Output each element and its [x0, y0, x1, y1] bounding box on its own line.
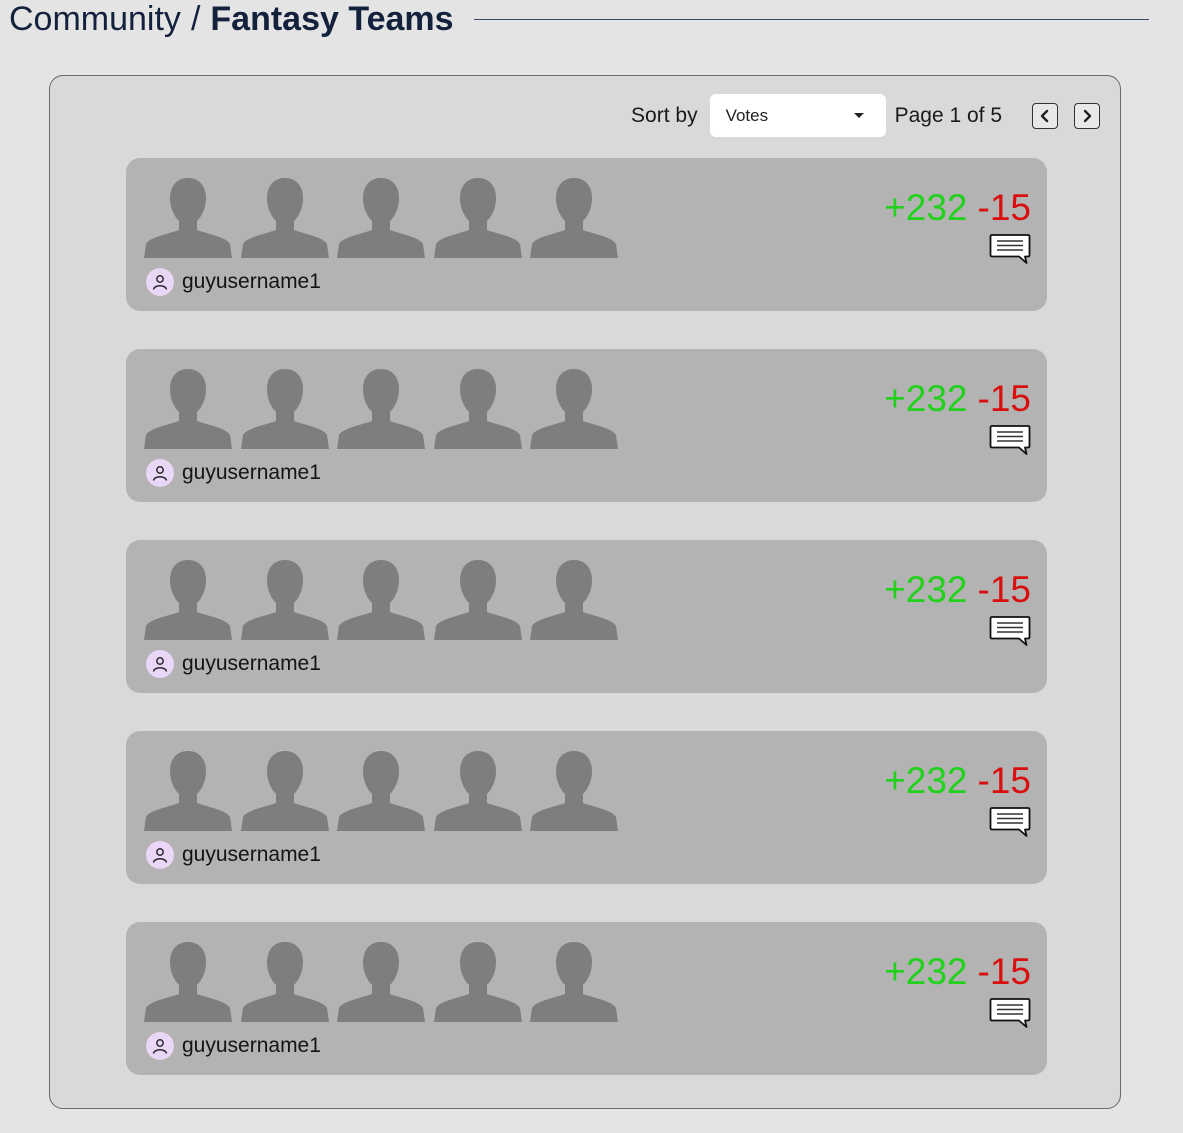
- player-avatars: [144, 178, 627, 258]
- team-card[interactable]: guyusername1 +232 -15: [126, 540, 1047, 693]
- player-silhouette-icon: [433, 942, 522, 1022]
- comment-icon: [989, 998, 1031, 1028]
- player-silhouette-icon: [337, 369, 425, 449]
- page-title: Fantasy Teams: [210, 0, 454, 38]
- vote-counts: +232 -15: [884, 761, 1031, 801]
- downvote-count[interactable]: -15: [978, 378, 1031, 419]
- next-page-button[interactable]: [1074, 102, 1100, 129]
- player-silhouette-icon: [433, 560, 522, 640]
- player-avatars: [144, 560, 627, 640]
- sort-selected-value: Votes: [725, 105, 769, 125]
- player-silhouette-icon: [337, 178, 425, 258]
- vote-counts: +232 -15: [884, 379, 1031, 419]
- player-silhouette-icon: [337, 560, 425, 640]
- prev-page-button[interactable]: [1032, 102, 1058, 129]
- team-card[interactable]: guyusername1 +232 -15: [126, 349, 1047, 502]
- caret-down-icon: [853, 113, 864, 118]
- player-silhouette-icon: [530, 178, 618, 258]
- username: guyusername1: [182, 1034, 321, 1057]
- player-silhouette-icon: [144, 369, 232, 449]
- player-silhouette-icon: [433, 369, 522, 449]
- player-avatars: [144, 942, 627, 1022]
- player-silhouette-icon: [530, 942, 618, 1022]
- player-avatars: [144, 369, 627, 449]
- downvote-count[interactable]: -15: [978, 951, 1031, 992]
- team-card[interactable]: guyusername1 +232 -15: [126, 731, 1047, 884]
- team-owner[interactable]: guyusername1: [146, 459, 321, 487]
- upvote-count[interactable]: +232: [884, 187, 967, 228]
- username: guyusername1: [182, 652, 321, 675]
- player-avatars: [144, 751, 627, 831]
- chevron-left-icon: [1040, 109, 1049, 122]
- user-avatar-icon: [146, 841, 174, 869]
- breadcrumb-separator: /: [190, 0, 201, 38]
- comment-button[interactable]: [989, 424, 1031, 458]
- player-silhouette-icon: [337, 942, 425, 1022]
- breadcrumb-section[interactable]: Community: [9, 0, 181, 38]
- downvote-count[interactable]: -15: [978, 760, 1031, 801]
- page-header: Community / Fantasy Teams: [9, 0, 1149, 38]
- player-silhouette-icon: [240, 751, 329, 831]
- team-card[interactable]: guyusername1 +232 -15: [126, 158, 1047, 311]
- player-silhouette-icon: [337, 751, 425, 831]
- player-silhouette-icon: [530, 560, 618, 640]
- sort-select[interactable]: Votes: [709, 94, 886, 137]
- page-indicator: Page 1 of 5: [894, 103, 1002, 127]
- comment-icon: [989, 425, 1031, 455]
- team-card[interactable]: guyusername1 +232 -15: [126, 922, 1047, 1075]
- username: guyusername1: [182, 270, 321, 293]
- teams-panel: Sort by Votes Page 1 of 5 guyusername1 +…: [49, 75, 1121, 1109]
- player-silhouette-icon: [144, 942, 232, 1022]
- player-silhouette-icon: [240, 942, 329, 1022]
- player-silhouette-icon: [240, 178, 329, 258]
- user-avatar-icon: [146, 268, 174, 296]
- vote-counts: +232 -15: [884, 188, 1031, 228]
- comment-icon: [989, 807, 1031, 837]
- vote-counts: +232 -15: [884, 570, 1031, 610]
- comment-button[interactable]: [989, 615, 1031, 649]
- player-silhouette-icon: [433, 751, 522, 831]
- team-owner[interactable]: guyusername1: [146, 841, 321, 869]
- username: guyusername1: [182, 461, 321, 484]
- breadcrumb: Community / Fantasy Teams: [9, 0, 454, 38]
- chevron-right-icon: [1083, 109, 1092, 122]
- upvote-count[interactable]: +232: [884, 378, 967, 419]
- player-silhouette-icon: [530, 369, 618, 449]
- upvote-count[interactable]: +232: [884, 760, 967, 801]
- downvote-count[interactable]: -15: [978, 569, 1031, 610]
- team-owner[interactable]: guyusername1: [146, 268, 321, 296]
- player-silhouette-icon: [144, 178, 232, 258]
- team-list: guyusername1 +232 -15 guyusername1 +232 …: [126, 158, 1047, 1113]
- header-divider: [473, 18, 1149, 20]
- player-silhouette-icon: [433, 178, 522, 258]
- comment-icon: [989, 234, 1031, 264]
- vote-counts: +232 -15: [884, 952, 1031, 992]
- user-avatar-icon: [146, 650, 174, 678]
- comment-icon: [989, 616, 1031, 646]
- upvote-count[interactable]: +232: [884, 951, 967, 992]
- player-silhouette-icon: [144, 560, 232, 640]
- comment-button[interactable]: [989, 233, 1031, 267]
- team-owner[interactable]: guyusername1: [146, 1032, 321, 1060]
- user-avatar-icon: [146, 459, 174, 487]
- comment-button[interactable]: [989, 806, 1031, 840]
- comment-button[interactable]: [989, 997, 1031, 1031]
- sort-label: Sort by: [631, 103, 698, 127]
- user-avatar-icon: [146, 1032, 174, 1060]
- username: guyusername1: [182, 843, 321, 866]
- downvote-count[interactable]: -15: [978, 187, 1031, 228]
- team-owner[interactable]: guyusername1: [146, 650, 321, 678]
- player-silhouette-icon: [240, 369, 329, 449]
- upvote-count[interactable]: +232: [884, 569, 967, 610]
- player-silhouette-icon: [530, 751, 618, 831]
- player-silhouette-icon: [240, 560, 329, 640]
- list-toolbar: Sort by Votes Page 1 of 5: [631, 94, 1100, 137]
- player-silhouette-icon: [144, 751, 232, 831]
